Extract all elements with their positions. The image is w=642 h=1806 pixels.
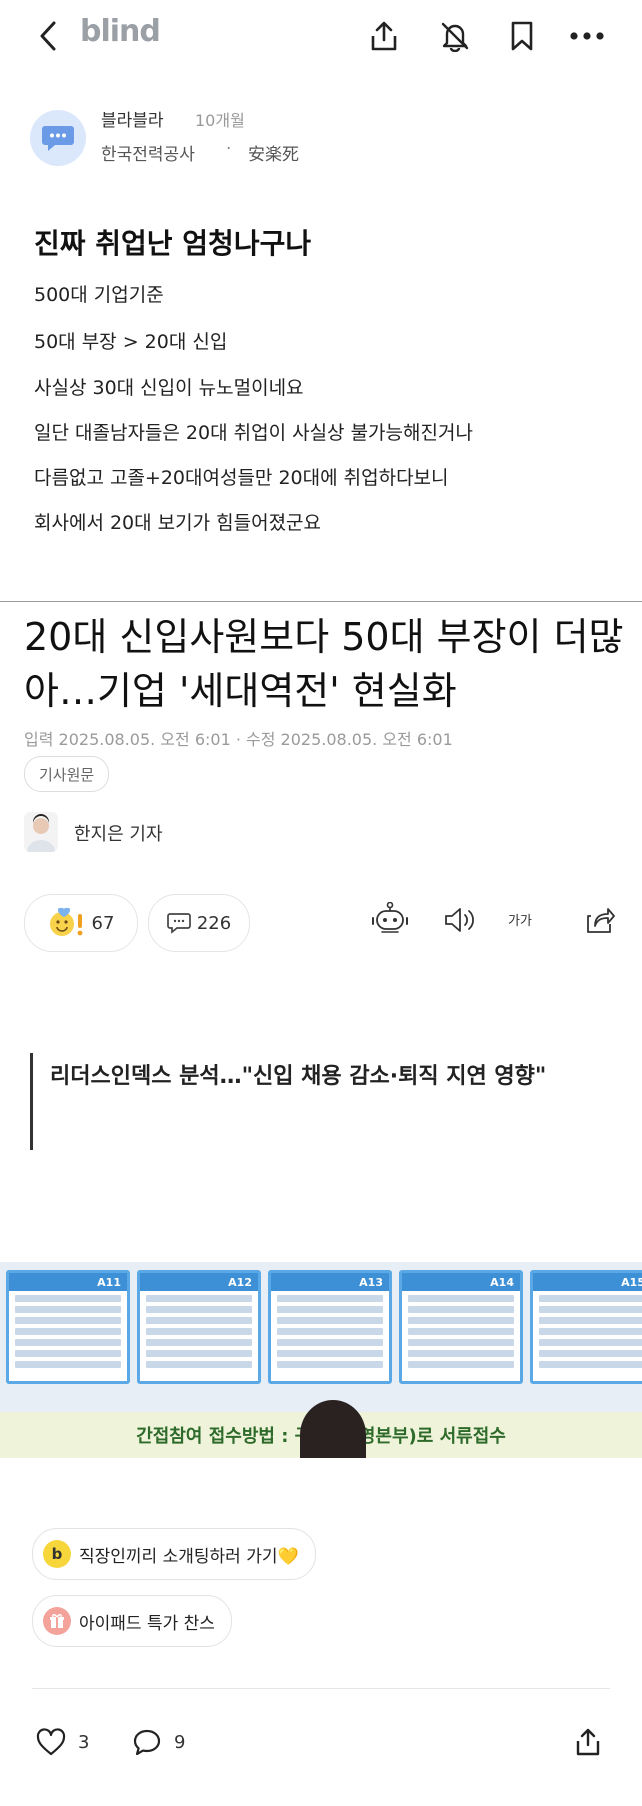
booth-board: A15 — [530, 1270, 642, 1384]
bookmark-icon[interactable] — [502, 16, 542, 56]
notification-off-icon[interactable] — [435, 16, 475, 56]
blind-dating-promo[interactable]: b 직장인끼리 소개팅하러 가기💛 — [32, 1528, 316, 1580]
ai-summary-icon[interactable] — [368, 898, 412, 942]
footer-divider — [32, 1688, 610, 1689]
post-line: 사실상 30대 신입이 뉴노멀이네요 — [34, 377, 304, 399]
heart-icon — [36, 1728, 66, 1756]
gift-icon — [43, 1607, 71, 1635]
speaker-icon[interactable] — [438, 898, 482, 942]
font-size-button[interactable]: 가가 — [508, 906, 532, 930]
author-company[interactable]: 한국전력공사 — [101, 140, 195, 165]
promo-label: 직장인끼리 소개팅하러 가기💛 — [79, 1546, 299, 1567]
share-article-icon[interactable] — [578, 898, 622, 942]
article-dates: 입력 2025.08.05. 오전 6:01 · 수정 2025.08.05. … — [24, 730, 453, 749]
footer-comment-count: 9 — [174, 1731, 186, 1753]
chat-bubble-icon — [42, 126, 74, 151]
font-size-label: 가가 — [508, 914, 532, 929]
avatar[interactable] — [30, 110, 86, 166]
screenshot-divider — [0, 601, 642, 602]
booth-board: A13 — [268, 1270, 392, 1384]
booth-board: A12 — [137, 1270, 261, 1384]
author-nickname: 安楽死 — [248, 145, 299, 165]
booth-label: A11 — [9, 1273, 127, 1291]
original-article-chip[interactable]: 기사원문 — [24, 756, 110, 792]
blind-logo: blind — [80, 14, 161, 49]
post-time: 10개월 — [195, 111, 245, 130]
meta-separator: · — [226, 139, 232, 159]
post-line: 50대 부장 > 20대 신입 — [34, 331, 228, 353]
top-bar: blind — [0, 0, 642, 70]
post-line: 회사에서 20대 보기가 힘들어졌군요 — [34, 512, 322, 534]
like-count: 3 — [78, 1731, 90, 1753]
article-headline: 20대 신입사원보다 50대 부장이 더많아…기업 '세대역전' 현실화 — [24, 615, 624, 713]
person-silhouette — [300, 1400, 366, 1458]
post-line: 다름없고 고졸+20대여성들만 20대에 취업하다보니 — [34, 467, 449, 489]
article-photo[interactable]: A11 A12 A13 A14 A15 간접참여 접수방법 : 구직 (운영본부… — [0, 1262, 642, 1458]
booth-label: A12 — [140, 1273, 258, 1291]
booth-board: A14 — [399, 1270, 523, 1384]
comment-count: 226 — [196, 912, 232, 934]
blind-badge: b — [43, 1540, 71, 1568]
reporter-avatar — [24, 812, 58, 852]
post-line: 일단 대졸남자들은 20대 취업이 사실상 불가능해진거나 — [34, 422, 473, 444]
back-icon[interactable] — [28, 16, 68, 56]
subheading-bar — [30, 1053, 33, 1150]
post-line: 500대 기업기준 — [34, 284, 164, 306]
comments-button[interactable]: 9 — [132, 1728, 185, 1756]
comment-bubble-icon — [132, 1728, 162, 1756]
footer-share-icon[interactable] — [568, 1722, 608, 1762]
comment-button[interactable]: 226 — [148, 894, 250, 952]
article-subheading: 리더스인덱스 분석…"신입 채용 감소·퇴직 지연 영향" — [50, 1064, 547, 1089]
comment-icon — [166, 912, 191, 934]
share-icon[interactable] — [364, 16, 404, 56]
ipad-deal-promo[interactable]: 아이패드 특가 찬스 — [32, 1595, 232, 1647]
booth-label: A13 — [271, 1273, 389, 1291]
author-name[interactable]: 블라블라 — [101, 106, 164, 131]
booth-label: A14 — [402, 1273, 520, 1291]
promo-label: 아이패드 특가 찬스 — [79, 1613, 215, 1634]
more-icon[interactable] — [566, 16, 608, 56]
reaction-button[interactable]: 67 — [24, 894, 138, 952]
reporter-name[interactable]: 한지은 기자 — [74, 820, 163, 846]
reaction-count: 67 — [91, 912, 115, 934]
booth-label: A15 — [533, 1273, 642, 1291]
emoji-reaction-icon — [48, 908, 86, 938]
booth-board: A11 — [6, 1270, 130, 1384]
like-button[interactable]: 3 — [36, 1728, 89, 1756]
post-title: 진짜 취업난 엄청나구나 — [34, 227, 312, 260]
